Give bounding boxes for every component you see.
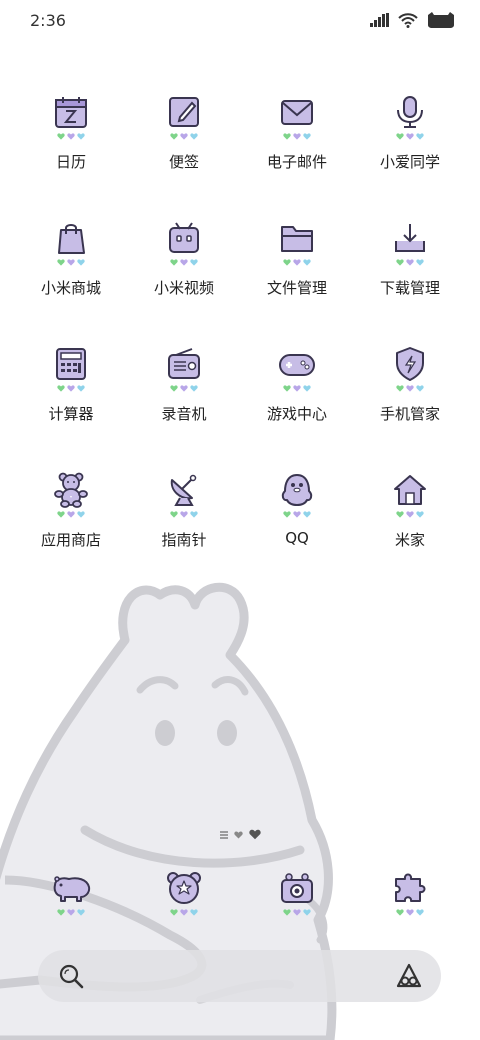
app-label: 小米视频: [153, 279, 214, 297]
app-security[interactable]: 手机管家: [354, 344, 466, 444]
app-label: 下载管理: [379, 279, 440, 297]
app-label: 小米商城: [40, 279, 101, 297]
app-mi-store[interactable]: 小米商城: [15, 218, 127, 318]
app-row-2: 小米商城 小米视频 文件管理 下载管理: [0, 218, 480, 344]
app-grid: 日历 便签 电子邮件 小爱同学 小米商城 小米视频 文件管理 下载管理 计算器 …: [0, 92, 480, 596]
app-calendar[interactable]: 日历: [15, 92, 127, 192]
app-downloads[interactable]: 下载管理: [354, 218, 466, 318]
folder-icon: [281, 226, 313, 252]
dock-app-3[interactable]: [241, 868, 353, 928]
app-mi-video[interactable]: 小米视频: [128, 218, 240, 318]
app-label: 文件管理: [266, 279, 327, 297]
app-label: 游戏中心: [266, 405, 327, 423]
search-bar[interactable]: [38, 950, 441, 1002]
microphone-icon: [397, 96, 423, 128]
app-row-4: 应用商店 指南针 QQ 米家: [0, 470, 480, 596]
app-label: 便签: [168, 153, 199, 171]
app-label: 小爱同学: [379, 153, 440, 171]
gamepad-icon: [279, 354, 315, 376]
app-label: 应用商店: [40, 531, 101, 549]
hearts-decoration: [57, 511, 85, 519]
notes-icon: [169, 97, 199, 127]
hearts-decoration: [283, 259, 311, 267]
status-time: 2:36: [30, 11, 66, 30]
battery-icon: [428, 12, 454, 28]
bear-face-icon: [167, 872, 201, 904]
hearts-decoration: [283, 133, 311, 141]
dock: [0, 868, 480, 928]
penguin-icon: [281, 474, 313, 506]
hearts-decoration: [170, 259, 198, 267]
hearts-decoration: [57, 133, 85, 141]
page-indicator[interactable]: [220, 829, 261, 840]
app-app-store[interactable]: 应用商店: [15, 470, 127, 570]
search-icon[interactable]: [58, 963, 84, 989]
hearts-decoration: [396, 133, 424, 141]
shopping-bag-icon: [58, 224, 85, 254]
list-lines-icon: [220, 830, 228, 839]
hippo-icon: [53, 876, 91, 902]
page-dot-heart-active-icon: [249, 829, 261, 840]
app-file-manager[interactable]: 文件管理: [241, 218, 353, 318]
tv-icon: [169, 222, 199, 253]
app-notes[interactable]: 便签: [128, 92, 240, 192]
email-icon: [281, 100, 313, 125]
app-calculator[interactable]: 计算器: [15, 344, 127, 444]
status-bar: 2:36: [0, 0, 480, 42]
hearts-decoration: [283, 511, 311, 519]
calculator-icon: [56, 348, 86, 380]
app-label: 指南针: [161, 531, 207, 549]
hearts-decoration: [283, 909, 311, 917]
app-recorder[interactable]: 录音机: [128, 344, 240, 444]
hearts-decoration: [396, 259, 424, 267]
app-label: 录音机: [161, 405, 207, 423]
app-mijia[interactable]: 米家: [354, 470, 466, 570]
teddy-bear-icon: [54, 472, 88, 508]
app-qq[interactable]: QQ: [241, 470, 353, 570]
house-icon: [394, 475, 426, 505]
puzzle-icon: [395, 873, 426, 902]
hearts-decoration: [170, 909, 198, 917]
hearts-decoration: [396, 385, 424, 393]
hearts-decoration: [57, 909, 85, 917]
dock-app-4[interactable]: [354, 868, 466, 928]
calendar-icon: [55, 97, 87, 128]
status-icons: [370, 12, 456, 28]
app-email[interactable]: 电子邮件: [241, 92, 353, 192]
hearts-decoration: [57, 385, 85, 393]
shield-icon: [396, 347, 424, 381]
app-row-1: 日历 便签 电子邮件 小爱同学: [0, 92, 480, 218]
hearts-decoration: [283, 385, 311, 393]
satellite-dish-icon: [170, 474, 197, 506]
dock-app-1[interactable]: [15, 868, 127, 928]
app-label: 日历: [55, 153, 86, 171]
hearts-decoration: [170, 385, 198, 393]
app-label: QQ: [285, 529, 309, 547]
app-label: 米家: [394, 531, 425, 549]
app-label: 电子邮件: [266, 153, 327, 171]
app-xiaoai[interactable]: 小爱同学: [354, 92, 466, 192]
app-row-3: 计算器 录音机 游戏中心 手机管家: [0, 344, 480, 470]
page-dot-heart-icon: [234, 831, 243, 839]
app-compass[interactable]: 指南针: [128, 470, 240, 570]
dock-app-2[interactable]: [128, 868, 240, 928]
hearts-decoration: [170, 133, 198, 141]
app-label: 计算器: [48, 405, 94, 423]
camera-icon: [281, 873, 313, 903]
download-icon: [395, 224, 425, 252]
hearts-decoration: [396, 909, 424, 917]
signal-icon: [370, 13, 389, 27]
app-label: 手机管家: [379, 405, 440, 423]
wifi-icon: [398, 12, 418, 28]
assistant-icon[interactable]: [395, 962, 423, 990]
app-game-center[interactable]: 游戏中心: [241, 344, 353, 444]
hearts-decoration: [57, 259, 85, 267]
hearts-decoration: [170, 511, 198, 519]
hearts-decoration: [396, 511, 424, 519]
radio-icon: [168, 348, 200, 379]
